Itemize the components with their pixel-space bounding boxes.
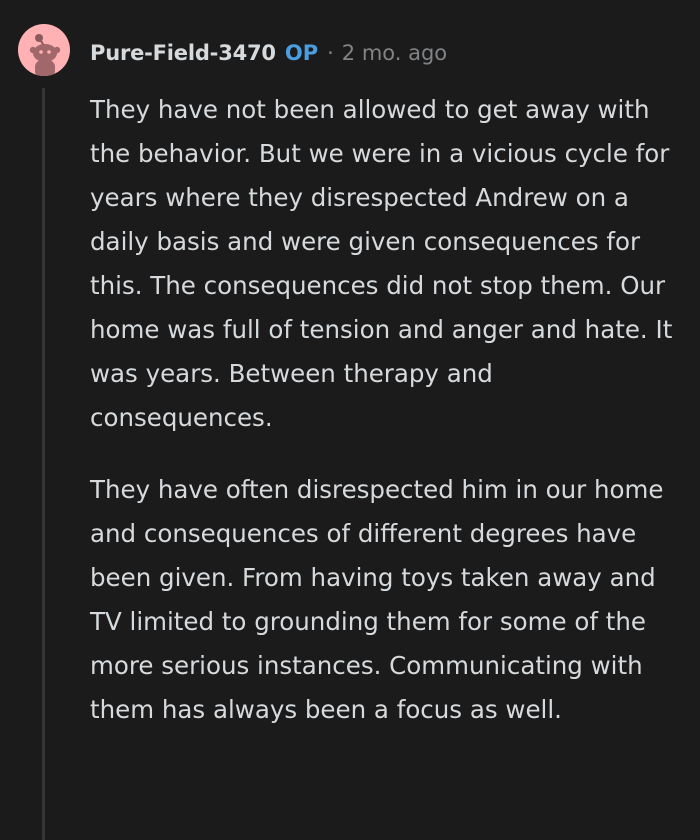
op-badge: OP xyxy=(284,41,319,65)
thread-collapse-line[interactable] xyxy=(42,88,45,840)
comment-paragraph: They have not been allowed to get away w… xyxy=(90,95,673,432)
comment-meta: Pure-Field-3470 OP · 2 mo. ago xyxy=(90,38,447,68)
comment-timestamp[interactable]: 2 mo. ago xyxy=(342,38,447,68)
meta-separator: · xyxy=(327,41,334,65)
comment-body: They have not been allowed to get away w… xyxy=(90,88,680,732)
comment: Pure-Field-3470 OP · 2 mo. ago They have… xyxy=(0,0,700,840)
comment-paragraph: They have often disrespected him in our … xyxy=(90,475,664,724)
username-link[interactable]: Pure-Field-3470 xyxy=(90,38,276,68)
reddit-snoo-icon xyxy=(29,34,61,76)
user-avatar[interactable] xyxy=(18,24,70,76)
